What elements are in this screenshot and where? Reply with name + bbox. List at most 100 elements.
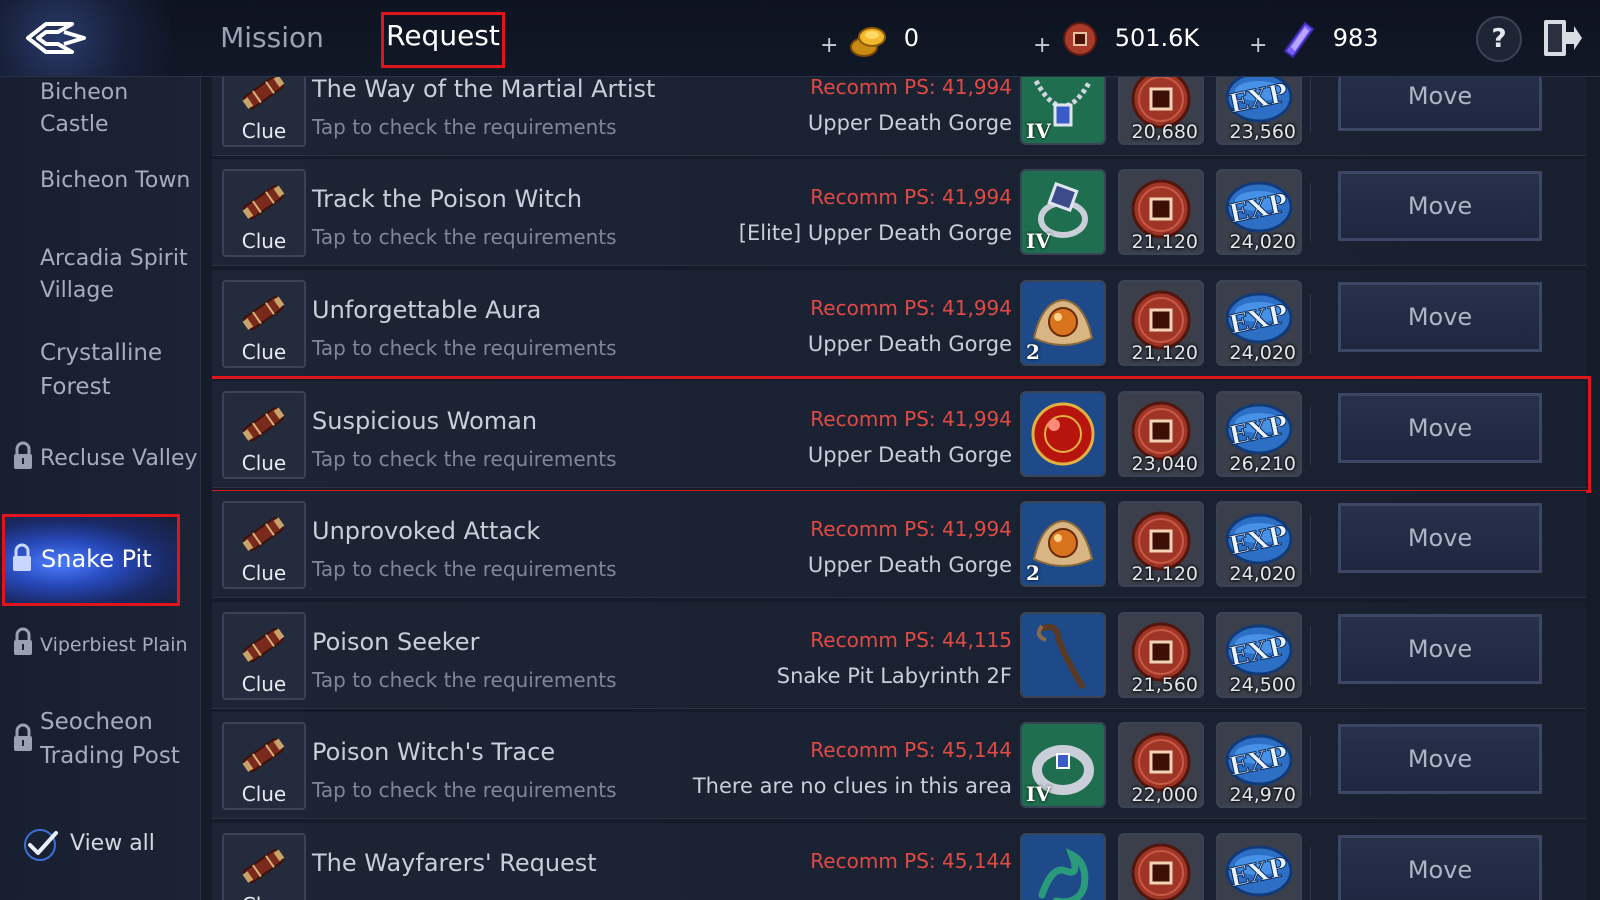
clue-label: Clue [241,119,287,143]
move-button[interactable]: Move [1338,614,1542,684]
lock-icon [14,627,32,655]
clue-button[interactable]: Clue [222,612,306,700]
reward-item[interactable] [1020,391,1106,477]
clue-button[interactable]: Clue [222,77,306,147]
row-divider [1310,626,1311,686]
reward-exp-amount: 23,560 [1229,121,1296,143]
reward-exp[interactable]: EXP 24,020 [1216,169,1302,255]
reward-coin[interactable]: 20,680 [1118,77,1204,145]
clue-label: Clue [241,229,287,253]
reward-coin-amount: 21,120 [1131,563,1198,585]
sidebar-item-snake-pit[interactable]: Snake Pit [2,514,180,606]
reward-item[interactable] [1020,833,1106,900]
tab-mission[interactable]: Mission [212,14,332,62]
reward-exp-amount: 24,020 [1229,563,1296,585]
clue-label: Clue [241,451,287,475]
reward-exp[interactable]: EXP 23,560 [1216,77,1302,145]
reward-item[interactable]: IV [1020,77,1106,145]
row-divider [1310,77,1311,133]
reward-exp[interactable]: EXP 24,020 [1216,501,1302,587]
quest-list[interactable]: Clue The Way of the Martial Artist Tap t… [212,77,1592,900]
reward-coin[interactable]: 21,120 [1118,280,1204,366]
quest-row-7[interactable]: Clue Poison Witch's Trace Tap to check t… [212,712,1586,819]
clue-button[interactable]: Clue [222,169,306,257]
item-tier-label: 2 [1026,561,1040,585]
recommended-power-score: Recomm PS: 41,994 [810,517,1012,541]
quest-requirements-hint[interactable]: Tap to check the requirements [312,336,617,360]
reward-coin[interactable]: 23,040 [1118,391,1204,477]
gold-currency[interactable]: + 0 [820,18,919,58]
move-button[interactable]: Move [1338,282,1542,352]
reward-exp-amount: 24,020 [1229,231,1296,253]
reward-coin[interactable]: 21,120 [1118,169,1204,255]
clue-button[interactable]: Clue [222,722,306,810]
reward-item[interactable]: 2 [1020,501,1106,587]
quest-requirements-hint[interactable]: Tap to check the requirements [312,447,617,471]
quest-row-2[interactable]: Clue Track the Poison Witch Tap to check… [212,159,1586,266]
quest-title: Track the Poison Witch [312,185,583,213]
reward-coin-amount: 21,120 [1131,231,1198,253]
quest-requirements-hint[interactable]: Tap to check the requirements [312,225,617,249]
reward-exp[interactable]: EXP 24,970 [1216,722,1302,808]
reward-exp[interactable]: EXP 24,500 [1216,612,1302,698]
reward-coin-amount: 23,040 [1131,453,1198,475]
add-gem-icon[interactable]: + [1249,33,1267,58]
reward-coin[interactable]: 21,120 [1118,501,1204,587]
move-button[interactable]: Move [1338,77,1542,131]
reward-coin[interactable]: 21,560 [1118,612,1204,698]
exit-icon[interactable] [1540,16,1584,60]
add-coin-icon[interactable]: + [1033,33,1051,58]
clue-button[interactable]: Clue [222,833,306,900]
tab-request[interactable]: Request [381,12,505,68]
quest-location: Upper Death Gorge [807,443,1012,467]
move-button[interactable]: Move [1338,503,1542,573]
clue-button[interactable]: Clue [222,391,306,479]
gem-currency[interactable]: + 983 [1249,18,1379,59]
exp-badge-icon: EXP [1225,845,1293,897]
quest-title: Unprovoked Attack [312,517,541,545]
item-tier-label: 2 [1026,340,1040,364]
staff-icon [1022,614,1104,696]
move-button[interactable]: Move [1338,171,1542,241]
move-button[interactable]: Move [1338,393,1542,463]
move-button[interactable]: Move [1338,724,1542,794]
reward-coin-amount: 22,000 [1131,784,1198,806]
move-button[interactable]: Move [1338,835,1542,900]
reward-coin-amount: 21,120 [1131,342,1198,364]
quest-row-6[interactable]: Clue Poison Seeker Tap to check the requ… [212,602,1586,709]
clue-label: Clue [241,340,287,364]
view-all-toggle[interactable]: View all [22,827,155,869]
quest-row-5[interactable]: Clue Unprovoked Attack Tap to check the … [212,491,1586,598]
quest-row-1[interactable]: Clue The Way of the Martial Artist Tap t… [212,77,1586,156]
quest-requirements-hint[interactable]: Tap to check the requirements [312,778,617,802]
reward-item[interactable]: IV [1020,169,1106,255]
coin-currency[interactable]: + 501.6K [1033,18,1199,58]
reward-exp-amount: 24,970 [1229,784,1296,806]
quest-requirements-hint[interactable]: Tap to check the requirements [312,115,617,139]
top-bar: Mission Request + 0 + 501.6K + 983 ? [0,0,1600,77]
quest-requirements-hint[interactable]: Tap to check the requirements [312,557,617,581]
quest-row-3[interactable]: Clue Unforgettable Aura Tap to check the… [212,270,1586,377]
quest-requirements-hint[interactable]: Tap to check the requirements [312,668,617,692]
quest-location: Upper Death Gorge [807,553,1012,577]
clue-button[interactable]: Clue [222,280,306,368]
reward-item[interactable]: IV [1020,722,1106,808]
back-button[interactable] [0,0,170,76]
reward-exp[interactable]: EXP 24,020 [1216,280,1302,366]
row-divider [1310,847,1311,900]
lock-icon [14,723,32,751]
quest-title: Unforgettable Aura [312,296,542,324]
reward-item[interactable]: 2 [1020,280,1106,366]
reward-exp[interactable]: EXP 26,210 [1216,391,1302,477]
row-divider [1310,294,1311,354]
lock-icon [13,543,31,571]
quest-row-8[interactable]: Clue The Wayfarers' Request Recomm PS: 4… [212,823,1586,900]
add-gold-icon[interactable]: + [820,33,838,58]
quest-row-4[interactable]: Clue Suspicious Woman Tap to check the r… [212,376,1591,493]
reward-item[interactable] [1020,612,1106,698]
clue-button[interactable]: Clue [222,501,306,589]
reward-coin[interactable] [1118,833,1204,900]
help-button[interactable]: ? [1476,16,1522,62]
reward-coin[interactable]: 22,000 [1118,722,1204,808]
reward-exp[interactable]: EXP [1216,833,1302,900]
